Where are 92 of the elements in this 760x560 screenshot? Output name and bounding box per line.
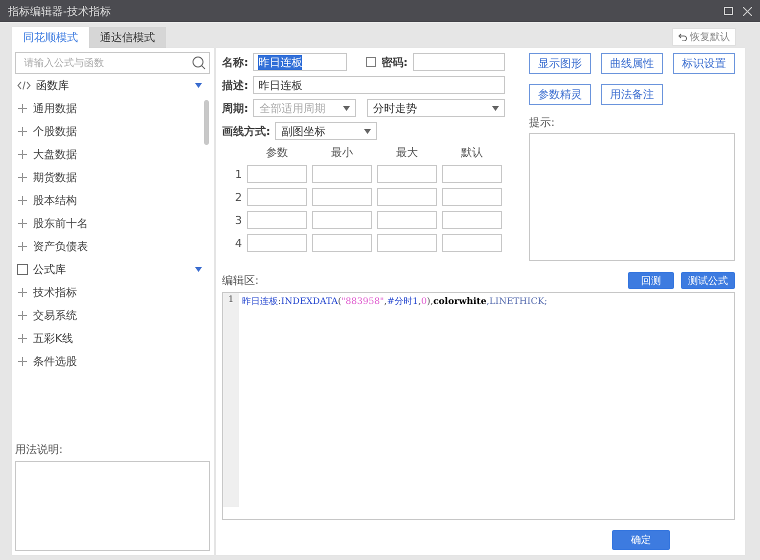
library-header[interactable]: 公式库 (15, 258, 210, 281)
row-number: 2 (234, 190, 242, 204)
tree-item[interactable]: 期货数据 (15, 166, 210, 189)
tree-item[interactable]: 股本结构 (15, 189, 210, 212)
password-checkbox[interactable] (366, 57, 376, 67)
plus-icon[interactable] (18, 173, 27, 182)
square-icon (17, 264, 28, 275)
caret-icon[interactable] (195, 267, 202, 272)
plus-icon[interactable] (18, 196, 27, 205)
param-field[interactable] (312, 165, 372, 183)
row-number: 1 (234, 168, 242, 180)
line-number: 1 (228, 295, 234, 306)
plus-icon[interactable] (18, 334, 27, 343)
tree-item[interactable]: 股东前十名 (15, 212, 210, 235)
tree-item[interactable]: 通用数据 (15, 97, 210, 120)
plus-icon[interactable] (18, 311, 27, 320)
plus-icon[interactable] (18, 288, 27, 297)
draw-mode-dropdown[interactable]: 副图坐标 (275, 122, 378, 140)
library-header[interactable]: 函数库 (15, 74, 210, 97)
param-field[interactable] (247, 165, 307, 183)
usage-field[interactable] (15, 461, 210, 551)
tree-item[interactable]: 交易系统 (15, 304, 210, 327)
period-label: 周期: (222, 100, 248, 116)
description-label: 描述: (222, 78, 248, 92)
tree-item[interactable]: 条件选股 (15, 350, 210, 373)
row-number: 4 (234, 236, 242, 250)
ok-button[interactable]: 确定 (612, 530, 670, 550)
plus-icon[interactable] (18, 242, 27, 251)
column-header: 最大 (395, 145, 419, 160)
plus-icon[interactable] (18, 104, 27, 113)
option-button[interactable]: 曲线属性 (601, 53, 663, 74)
param-field[interactable] (312, 234, 372, 252)
column-header: 参数 (265, 145, 289, 160)
option-button[interactable]: 标识设置 (673, 53, 735, 74)
param-field[interactable] (247, 188, 307, 206)
undo-icon (678, 33, 687, 41)
mode-tab[interactable]: 通达信模式 (89, 27, 166, 48)
editor-button[interactable]: 回测 (628, 272, 674, 290)
editor-button[interactable]: 测试公式 (681, 272, 735, 290)
column-header: 最小 (330, 145, 354, 160)
usage-label: 用法说明: (15, 442, 64, 457)
password-label: 密码: (381, 54, 408, 70)
name-label: 名称: (222, 54, 248, 70)
maximize-icon[interactable] (724, 7, 733, 15)
tree-item[interactable]: 个股数据 (15, 120, 210, 143)
search-icon[interactable] (192, 56, 206, 70)
param-field[interactable] (442, 211, 502, 229)
param-field[interactable] (442, 234, 502, 252)
param-field[interactable] (247, 211, 307, 229)
caret-icon[interactable] (492, 106, 499, 110)
param-field[interactable] (312, 211, 372, 229)
library-title[interactable]: 公式库 (33, 262, 190, 277)
option-button[interactable]: 参数精灵 (529, 84, 591, 105)
param-field[interactable] (377, 165, 437, 183)
caret-icon[interactable] (364, 128, 372, 134)
name-field[interactable]: 昨日连板 (253, 53, 348, 71)
mode-tab[interactable]: 同花顺模式 (12, 27, 89, 48)
row-number: 3 (234, 214, 242, 226)
plus-icon[interactable] (18, 127, 27, 136)
restore-default-button[interactable]: 恢复默认 (672, 28, 736, 46)
option-button[interactable]: 用法备注 (601, 84, 663, 105)
hint-label: 提示: (529, 115, 556, 130)
editor-label: 编辑区: (222, 273, 259, 288)
tree-item[interactable]: 技术指标 (15, 281, 210, 304)
caret-icon[interactable] (195, 83, 202, 88)
plus-icon[interactable] (18, 357, 27, 366)
close-icon[interactable] (743, 6, 752, 16)
code-icon (17, 81, 31, 90)
period-dropdown[interactable]: 分时走势 (367, 99, 505, 117)
tree-item[interactable]: 五彩K线 (15, 327, 210, 350)
param-field[interactable] (377, 188, 437, 206)
tree-item[interactable]: 资产负债表 (15, 235, 210, 258)
param-field[interactable] (377, 234, 437, 252)
scrollbar-thumb[interactable] (204, 100, 209, 145)
plus-icon[interactable] (18, 219, 27, 228)
column-header: 默认 (460, 145, 484, 160)
param-field[interactable] (312, 188, 372, 206)
library-title[interactable]: 函数库 (36, 78, 190, 93)
password-field[interactable] (412, 53, 505, 71)
param-field[interactable] (247, 234, 307, 252)
search-field[interactable]: 请输入公式与函数 (15, 52, 210, 74)
description-field[interactable]: 昨日连板 (253, 76, 505, 94)
window-title: 指标编辑器-技术指标 (8, 4, 111, 18)
draw-mode-label: 画线方式: (222, 124, 270, 138)
param-field[interactable] (442, 188, 502, 206)
tree-item[interactable]: 大盘数据 (15, 143, 210, 166)
plus-icon[interactable] (18, 150, 27, 159)
code-editor[interactable]: 1 昨日连板:INDEXDATA("883958",#分时1,0),colorwhite,LINETHICK; (222, 292, 735, 520)
param-field[interactable] (377, 211, 437, 229)
param-field[interactable] (442, 165, 502, 183)
option-button[interactable]: 显示图形 (529, 53, 591, 74)
code-line: 昨日连板:INDEXDATA("883958",#分时1,0),colorwhite,LINETHICK; (241, 296, 548, 310)
